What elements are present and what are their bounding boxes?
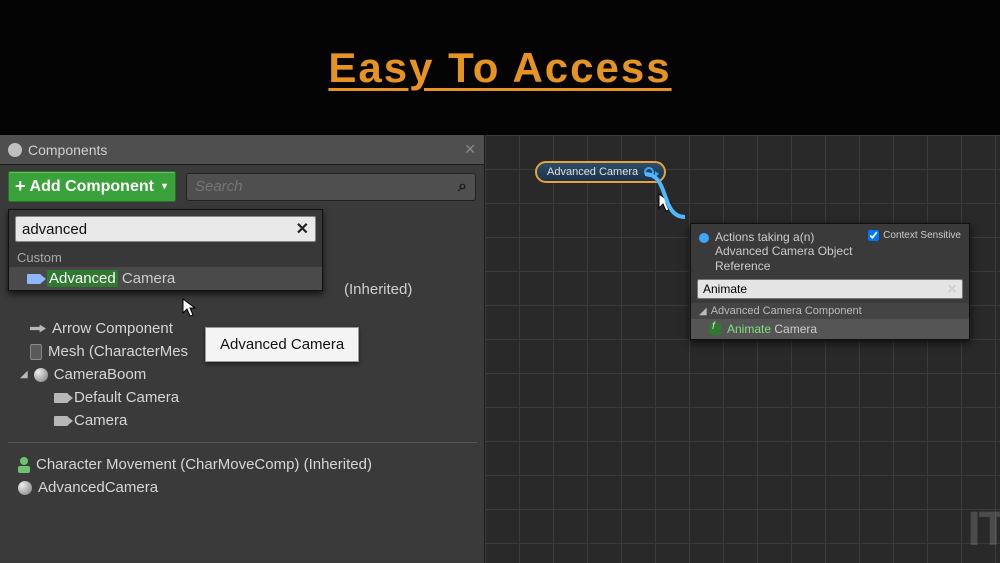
context-menu-title: Actions taking a(n) Advanced Camera Obje… (715, 230, 862, 273)
row-label: Default Camera (74, 389, 179, 406)
dropdown-search-box[interactable]: ✕ (15, 216, 316, 242)
context-menu-header: Actions taking a(n) Advanced Camera Obje… (691, 224, 969, 279)
watermark: IT (967, 502, 1000, 557)
close-icon[interactable]: ✕ (464, 141, 476, 158)
tooltip-advanced-camera: Advanced Camera (205, 327, 359, 362)
clear-icon[interactable]: ✕ (296, 219, 309, 239)
arrow-icon (30, 325, 46, 333)
context-item-highlight: Animate (727, 322, 771, 336)
context-category[interactable]: ◢ Advanced Camera Component (691, 303, 969, 319)
row-label: Character Movement (CharMoveComp) (Inher… (36, 456, 372, 473)
camera-icon (54, 393, 68, 403)
row-label: Camera (74, 412, 127, 429)
context-sensitive-checkbox[interactable] (868, 230, 879, 241)
row-label: Arrow Component (52, 320, 173, 337)
context-search-input[interactable] (703, 282, 947, 296)
node-label: Advanced Camera (547, 166, 638, 178)
tree-row-camera[interactable]: Camera (0, 409, 485, 432)
components-panel: Components ✕ + Add Component ▾ ⌕ Arrow C… (0, 135, 485, 563)
plus-icon: + (15, 176, 26, 197)
context-search-box[interactable]: ✕ (697, 279, 963, 299)
character-movement-icon (18, 457, 30, 473)
blueprint-wire (645, 168, 685, 223)
components-tab[interactable]: Components ✕ (0, 135, 484, 165)
skeletal-mesh-icon (30, 344, 42, 360)
context-item-rest: Camera (771, 322, 817, 336)
components-toolbar: + Add Component ▾ ⌕ (0, 165, 484, 212)
function-icon (709, 323, 721, 335)
separator (8, 442, 477, 443)
blueprint-graph[interactable]: Advanced Camera Actions taking a(n) Adva… (485, 135, 1000, 563)
result-highlight: Advanced (47, 270, 118, 287)
promo-title: Easy To Access (328, 44, 671, 92)
chevron-down-icon: ◢ (699, 306, 707, 317)
mouse-cursor-icon (182, 298, 196, 318)
promo-header: Easy To Access (0, 0, 1000, 135)
blueprint-context-menu[interactable]: Actions taking a(n) Advanced Camera Obje… (690, 223, 970, 340)
camera-icon (27, 274, 41, 284)
add-component-dropdown[interactable]: ✕ Custom Advanced Camera (8, 209, 323, 291)
chevron-down-icon[interactable]: ◢ (20, 369, 28, 380)
row-label: AdvancedCamera (38, 479, 158, 496)
camera-icon (54, 416, 68, 426)
row-label: CameraBoom (54, 366, 147, 383)
search-icon[interactable]: ⌕ (458, 178, 467, 196)
add-component-label: Add Component (30, 178, 154, 196)
components-search-box[interactable]: ⌕ (186, 173, 476, 201)
tree-row-advanced-camera[interactable]: AdvancedCamera (0, 476, 485, 499)
dropdown-item-advanced-camera[interactable]: Advanced Camera (9, 267, 322, 290)
spring-arm-icon (34, 368, 48, 382)
add-component-button[interactable]: + Add Component ▾ (8, 171, 176, 202)
context-category-label: Advanced Camera Component (711, 305, 862, 317)
tree-row-camera-boom[interactable]: ◢ CameraBoom (0, 363, 485, 386)
dropdown-search-input[interactable] (22, 221, 296, 238)
row-label: Mesh (CharacterMes (48, 343, 188, 360)
chevron-down-icon: ▾ (162, 181, 167, 192)
result-rest: Camera (118, 270, 176, 287)
context-item-animate-camera[interactable]: Animate Camera (691, 319, 969, 339)
inherited-label: (Inherited) (344, 281, 412, 298)
components-tab-label: Components (28, 142, 107, 158)
component-icon (18, 481, 32, 495)
tree-row-default-camera[interactable]: Default Camera (0, 386, 485, 409)
components-tab-icon (8, 143, 22, 157)
tree-row-character-movement[interactable]: Character Movement (CharMoveComp) (Inher… (0, 453, 485, 476)
context-sensitive-label: Context Sensitive (883, 230, 961, 241)
unreal-editor-area: Advanced Camera Actions taking a(n) Adva… (0, 135, 1000, 563)
pin-type-icon (699, 233, 709, 243)
components-search-input[interactable] (195, 178, 458, 195)
clear-icon[interactable]: ✕ (947, 282, 957, 296)
context-sensitive-toggle[interactable]: Context Sensitive (868, 230, 961, 241)
dropdown-section-header: Custom (9, 248, 322, 267)
